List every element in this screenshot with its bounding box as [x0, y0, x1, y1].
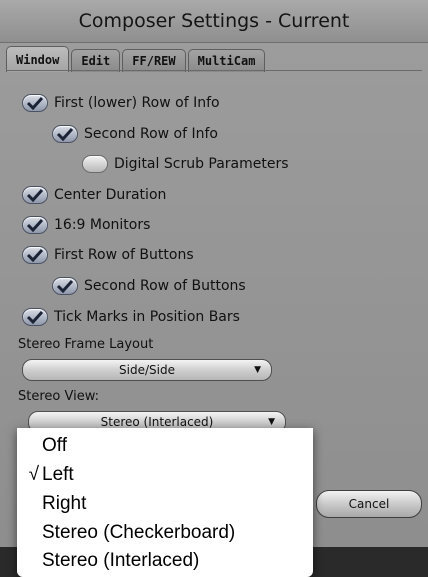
checkmark-icon[interactable]: [22, 186, 48, 204]
menu-item-stereo-interlaced[interactable]: Stereo (Interlaced): [17, 547, 313, 575]
option-label: Center Duration: [54, 187, 167, 203]
option-tick-marks[interactable]: Tick Marks in Position Bars: [22, 306, 240, 328]
menu-item-off[interactable]: Off: [17, 432, 313, 460]
stereo-frame-layout-label: Stereo Frame Layout: [18, 337, 154, 352]
option-second-row-of-info[interactable]: Second Row of Info: [52, 123, 218, 145]
cancel-button[interactable]: Cancel: [316, 490, 422, 518]
option-first-row-of-info[interactable]: First (lower) Row of Info: [22, 92, 220, 114]
option-first-row-of-buttons[interactable]: First Row of Buttons: [22, 244, 194, 266]
checkmark-icon[interactable]: [52, 125, 78, 143]
option-label: Second Row of Buttons: [84, 278, 246, 294]
menu-item-left[interactable]: √ Left: [17, 461, 313, 489]
option-label: Tick Marks in Position Bars: [54, 309, 240, 325]
option-label: First (lower) Row of Info: [54, 95, 220, 111]
dropdown-value: Side/Side: [119, 363, 175, 377]
menu-item-right[interactable]: Right: [17, 490, 313, 518]
checkmark-icon[interactable]: [52, 277, 78, 295]
menu-item-label: Off: [42, 435, 67, 456]
dropdown-arrow-icon: ▼: [268, 417, 275, 427]
stereo-frame-layout-dropdown[interactable]: Side/Side ▼: [22, 359, 272, 381]
menu-item-label: Left: [42, 464, 74, 485]
option-label: Second Row of Info: [84, 126, 218, 142]
tab-window[interactable]: Window: [6, 46, 70, 72]
checkmark-icon[interactable]: [22, 216, 48, 234]
menu-item-stereo-checkerboard[interactable]: Stereo (Checkerboard): [17, 519, 313, 547]
tab-multicam[interactable]: MultiCam: [187, 49, 266, 72]
dropdown-arrow-icon: ▼: [254, 365, 261, 375]
option-second-row-of-buttons[interactable]: Second Row of Buttons: [52, 275, 246, 297]
tab-edit[interactable]: Edit: [71, 49, 121, 72]
menu-item-label: Stereo (Interlaced): [42, 550, 200, 571]
tab-ff-rew[interactable]: FF/REW: [122, 49, 186, 72]
checkmark-icon: √: [28, 464, 39, 485]
option-digital-scrub-parameters[interactable]: Digital Scrub Parameters: [82, 153, 289, 175]
menu-item-label: Right: [42, 493, 87, 514]
option-label: First Row of Buttons: [54, 247, 194, 263]
option-center-duration[interactable]: Center Duration: [22, 184, 166, 206]
menu-item-label: Stereo (Checkerboard): [42, 522, 236, 543]
stereo-view-menu: Off √ Left Right Stereo (Checkerboard) S…: [17, 428, 313, 577]
option-16-9-monitors[interactable]: 16:9 Monitors: [22, 214, 150, 236]
option-label: Digital Scrub Parameters: [114, 156, 289, 172]
checkmark-icon[interactable]: [22, 94, 48, 112]
stereo-view-label: Stereo View:: [18, 389, 100, 404]
checkmark-icon[interactable]: [22, 246, 48, 264]
window-title: Composer Settings - Current: [0, 0, 428, 43]
option-label: 16:9 Monitors: [54, 217, 151, 233]
dropdown-value: Stereo (Interlaced): [100, 415, 214, 429]
unchecked-box-icon[interactable]: [82, 155, 108, 173]
checkmark-icon[interactable]: [22, 308, 48, 326]
tab-bar: Window Edit FF/REW MultiCam: [6, 46, 266, 72]
